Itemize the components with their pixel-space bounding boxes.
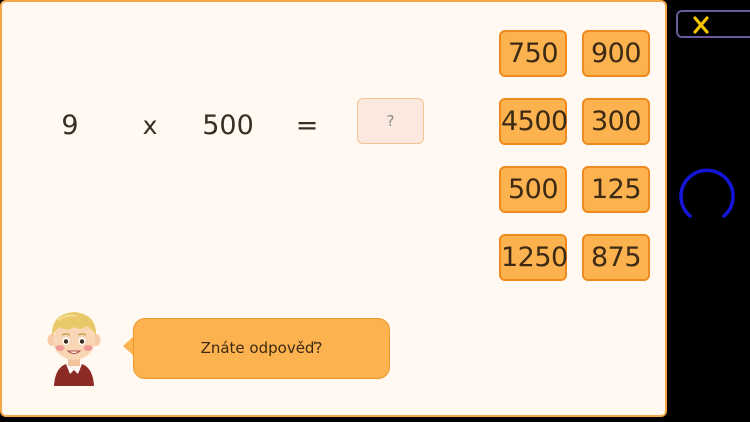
option-button[interactable]: 900 <box>582 30 650 77</box>
operand-b: 500 <box>202 110 254 141</box>
game-panel: 9 x 500 = ? 750 900 4500 300 500 125 125… <box>0 0 667 417</box>
option-button[interactable]: 1250 <box>499 234 568 281</box>
equals-sign: = <box>295 110 319 141</box>
multiply-operator: x <box>142 111 158 140</box>
close-icon <box>693 16 709 34</box>
answer-options: 750 900 4500 300 500 125 1250 875 <box>499 30 651 282</box>
option-button[interactable]: 750 <box>499 30 567 77</box>
operand-a: 9 <box>61 110 79 141</box>
option-button[interactable]: 125 <box>582 166 650 213</box>
close-button[interactable] <box>676 10 750 38</box>
option-button[interactable]: 300 <box>582 98 650 145</box>
loading-spinner-icon <box>678 168 736 230</box>
boy-avatar-icon <box>42 306 106 386</box>
speech-bubble: Znáte odpověď? <box>133 318 390 379</box>
option-button[interactable]: 500 <box>499 166 567 213</box>
option-button[interactable]: 4500 <box>499 98 568 145</box>
option-button[interactable]: 875 <box>582 234 650 281</box>
answer-box[interactable]: ? <box>357 98 424 144</box>
